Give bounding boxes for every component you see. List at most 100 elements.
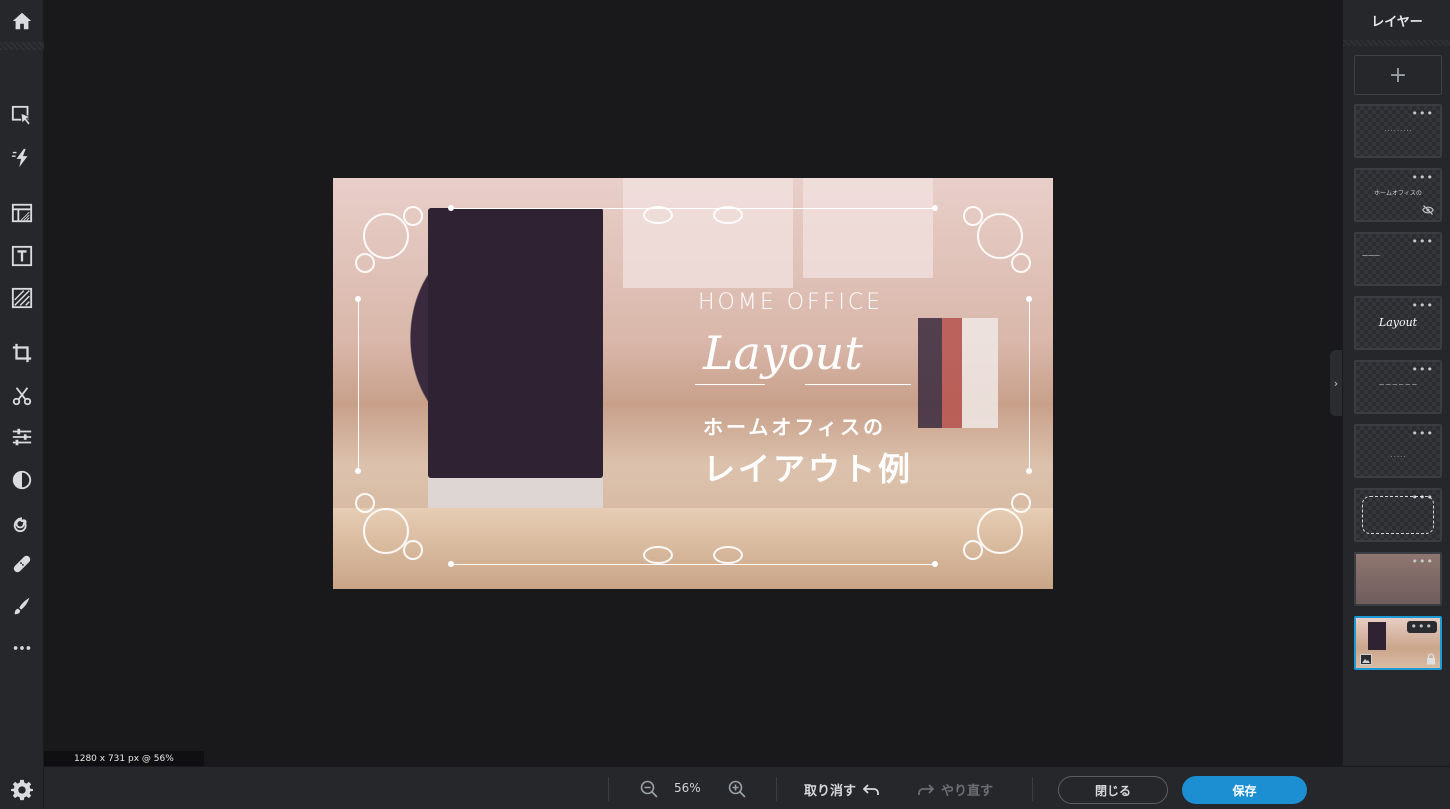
- layers-panel-title: レイヤー: [1371, 14, 1423, 30]
- tool-more[interactable]: [0, 629, 44, 667]
- left-toolbar: [0, 0, 44, 809]
- canvas-text-home-office[interactable]: HOME OFFICE: [698, 290, 883, 315]
- tool-adjust[interactable]: [0, 418, 44, 456]
- tool-draw[interactable]: [0, 587, 44, 625]
- layer-item[interactable]: ••• ———: [1354, 232, 1442, 286]
- layer-thumb-text: Layout: [1378, 316, 1418, 329]
- add-layer-button[interactable]: +: [1354, 55, 1442, 95]
- layer-menu-icon[interactable]: •••: [1406, 621, 1437, 633]
- layers-panel: レイヤー + ••• · · · · · · · · · ••• ホームオフィス…: [1342, 0, 1450, 766]
- layer-item[interactable]: ••• — — — — — —: [1354, 360, 1442, 414]
- layer-item[interactable]: ••• Layout: [1354, 296, 1442, 350]
- tool-effects[interactable]: [0, 461, 44, 499]
- tool-layout[interactable]: [0, 194, 44, 232]
- frame-ornament: [363, 508, 409, 554]
- frame-ornament: [963, 206, 983, 226]
- frame-dot: [355, 468, 361, 474]
- frame-ornament: [403, 206, 423, 226]
- layer-item-selected[interactable]: •••: [1354, 616, 1442, 670]
- settings-button[interactable]: [0, 771, 44, 809]
- gear-icon: [11, 779, 33, 801]
- tool-crop[interactable]: [0, 334, 44, 372]
- tool-text[interactable]: [0, 237, 44, 275]
- tool-quick-fix[interactable]: [0, 139, 44, 177]
- layer-item[interactable]: •••: [1354, 488, 1442, 542]
- canvas-text-layout[interactable]: Layout: [703, 326, 863, 380]
- layer-item[interactable]: ••• · · · · ·: [1354, 424, 1442, 478]
- layer-thumb-text: ———: [1362, 252, 1380, 259]
- bottom-divider: [608, 777, 609, 801]
- frame-ornament: [355, 253, 375, 273]
- scissors-icon: [12, 387, 32, 406]
- frame-ornament: [963, 540, 983, 560]
- tool-arrange[interactable]: [0, 97, 44, 135]
- layout-underline: [805, 384, 911, 385]
- text-icon: [11, 245, 33, 267]
- frame-right-line: [1029, 300, 1030, 472]
- undo-button[interactable]: 取り消す: [804, 780, 880, 799]
- undo-label: 取り消す: [804, 784, 857, 799]
- frame-dot: [1026, 296, 1032, 302]
- frame-top-line: [451, 208, 937, 209]
- close-button[interactable]: 閉じる: [1058, 776, 1168, 804]
- panel-collapse-button[interactable]: ›: [1330, 350, 1342, 416]
- layer-menu-icon[interactable]: •••: [1412, 108, 1434, 119]
- tool-texture[interactable]: [0, 279, 44, 317]
- frame-ornament: [403, 540, 423, 560]
- layout-underline: [695, 384, 765, 385]
- canvas-area[interactable]: HOME OFFICE Layout ホームオフィスの レイアウト例: [44, 0, 1342, 766]
- bottom-bar: 56% 取り消す やり直す 閉じる 保存: [44, 766, 1450, 809]
- layer-menu-icon[interactable]: •••: [1412, 556, 1434, 567]
- layer-item[interactable]: ••• ホームオフィスの: [1354, 168, 1442, 222]
- frame-dot: [932, 561, 938, 567]
- home-icon: [12, 12, 32, 30]
- frame-dot: [448, 205, 454, 211]
- canvas-text-title[interactable]: レイアウト例: [703, 444, 913, 490]
- frame-ornament: [1011, 493, 1031, 513]
- canvas-text-subtitle[interactable]: ホームオフィスの: [703, 411, 886, 440]
- frame-dot: [448, 561, 454, 567]
- layer-thumb-text: ホームオフィスの: [1374, 190, 1422, 197]
- layer-menu-icon[interactable]: •••: [1412, 300, 1434, 311]
- layer-menu-icon[interactable]: •••: [1412, 172, 1434, 183]
- more-icon: [13, 646, 31, 650]
- eye-hidden-icon[interactable]: [1422, 204, 1434, 216]
- tool-liquify[interactable]: [0, 503, 44, 541]
- tool-cutout[interactable]: [0, 377, 44, 415]
- layer-item[interactable]: ••• · · · · · · · · ·: [1354, 104, 1442, 158]
- home-button[interactable]: [0, 0, 44, 42]
- layer-item[interactable]: •••: [1354, 552, 1442, 606]
- bottom-divider: [1032, 777, 1033, 801]
- frame-left-line: [358, 300, 359, 472]
- frame-ornament: [643, 546, 673, 564]
- background-books: [918, 318, 998, 428]
- texture-icon: [11, 287, 33, 309]
- background-window: [803, 178, 933, 278]
- background-monitor-stand: [428, 478, 603, 508]
- zoom-level: 56%: [674, 781, 701, 795]
- save-button[interactable]: 保存: [1182, 776, 1307, 804]
- tool-retouch[interactable]: [0, 545, 44, 583]
- frame-ornament: [363, 213, 409, 259]
- frame-ornament: [355, 493, 375, 513]
- zoom-out-icon[interactable]: [640, 780, 658, 798]
- frame-ornament: [977, 508, 1023, 554]
- background-desk: [333, 508, 1053, 589]
- frame-ornament: [1011, 253, 1031, 273]
- redo-button[interactable]: やり直す: [917, 780, 993, 799]
- layer-menu-icon[interactable]: •••: [1412, 236, 1434, 247]
- sliders-icon: [12, 428, 32, 446]
- layer-thumb-text: — — — — — —: [1379, 382, 1417, 388]
- canvas-image[interactable]: HOME OFFICE Layout ホームオフィスの レイアウト例: [333, 178, 1053, 589]
- canvas-dimensions: 1280 x 731 px @ 56%: [44, 751, 204, 766]
- frame-ornament: [713, 206, 743, 224]
- layer-thumb-frame: [1362, 496, 1434, 534]
- layer-thumb-text: · · · · ·: [1390, 454, 1406, 460]
- layer-menu-icon[interactable]: •••: [1412, 428, 1434, 439]
- contrast-icon: [12, 470, 32, 490]
- layer-menu-icon[interactable]: •••: [1412, 364, 1434, 375]
- frame-ornament: [713, 546, 743, 564]
- zoom-in-icon[interactable]: [728, 780, 746, 798]
- toolbar-divider: [0, 42, 44, 50]
- redo-icon: [918, 783, 935, 795]
